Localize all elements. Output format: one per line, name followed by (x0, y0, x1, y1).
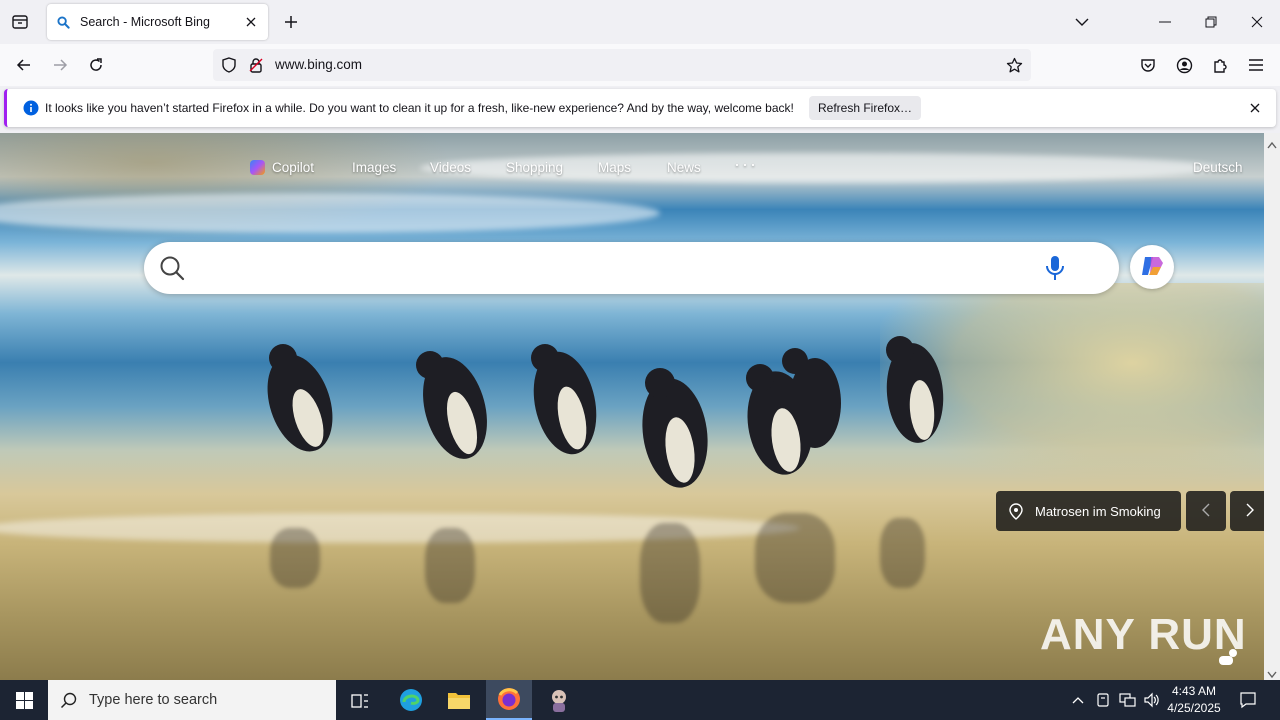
nav-news[interactable]: News (667, 160, 701, 175)
microphone-icon[interactable] (1044, 255, 1066, 284)
forward-arrow-icon[interactable] (45, 50, 75, 80)
image-caption: Matrosen im Smoking (1035, 503, 1161, 519)
lock-icon[interactable] (247, 56, 265, 74)
penguin-reflection (755, 513, 835, 603)
hamburger-icon[interactable] (1241, 50, 1271, 80)
notification-bar: It looks like you haven’t started Firefo… (4, 89, 1276, 127)
chevron-left-icon (1201, 503, 1211, 520)
network-icon[interactable] (1116, 680, 1138, 720)
nav-copilot-label: Copilot (272, 160, 315, 175)
notification-message: It looks like you haven’t started Firefo… (45, 101, 794, 115)
puzzle-icon[interactable] (1205, 50, 1235, 80)
watermark-text: ANY RUN (1040, 610, 1247, 659)
nav-copilot[interactable]: Copilot (250, 160, 314, 175)
copilot-icon (250, 160, 265, 175)
search-input[interactable] (144, 242, 1119, 294)
taskbar-search-input[interactable]: Type here to search (48, 680, 336, 720)
page-scrollbar[interactable] (1264, 133, 1280, 680)
windows-start-icon[interactable] (0, 680, 48, 720)
bing-homepage: Copilot Images Videos Shopping Maps News… (0, 133, 1264, 680)
chevron-up-icon[interactable] (1068, 680, 1088, 720)
penguins-image (267, 336, 944, 488)
task-view-icon[interactable] (338, 680, 382, 720)
background-wave (0, 193, 660, 233)
penguin-reflection (880, 518, 925, 588)
scroll-up-icon[interactable] (1267, 137, 1277, 152)
tab-title: Search - Microsoft Bing (80, 15, 210, 29)
image-info-card[interactable]: Matrosen im Smoking (996, 491, 1181, 531)
url-text[interactable]: www.bing.com (275, 57, 362, 72)
chevron-down-icon[interactable] (1059, 0, 1105, 44)
nav-shopping[interactable]: Shopping (506, 160, 563, 175)
firefox-icon[interactable] (486, 680, 532, 720)
back-arrow-icon[interactable] (9, 50, 39, 80)
minimize-icon[interactable] (1142, 0, 1188, 44)
close-window-icon[interactable] (1234, 0, 1280, 44)
tab-bing[interactable]: Search - Microsoft Bing (47, 4, 268, 40)
url-bar[interactable]: www.bing.com (213, 49, 1031, 81)
volume-icon[interactable] (1140, 680, 1162, 720)
next-image-button[interactable] (1230, 491, 1264, 531)
chat-icon[interactable] (1218, 648, 1240, 671)
nav-images[interactable]: Images (352, 160, 396, 175)
shield-icon[interactable] (220, 56, 238, 74)
info-icon (23, 100, 39, 116)
clock-time: 4:43 AM (1171, 684, 1217, 698)
copilot-button[interactable] (1130, 245, 1174, 289)
language-toggle[interactable]: Deutsch (1193, 160, 1243, 175)
device-icon[interactable] (1092, 680, 1114, 720)
notification-center-icon[interactable] (1230, 680, 1266, 720)
refresh-firefox-button[interactable]: Refresh Firefox… (809, 96, 921, 120)
search-icon (60, 692, 77, 709)
pocket-icon[interactable] (1133, 50, 1163, 80)
close-tab-icon[interactable] (239, 10, 263, 34)
plus-icon[interactable] (277, 8, 305, 36)
edge-icon[interactable] (388, 680, 434, 720)
anyrun-watermark: ANY RUN (1040, 610, 1247, 660)
nav-videos[interactable]: Videos (430, 160, 471, 175)
previous-image-button[interactable] (1186, 491, 1226, 531)
nav-maps[interactable]: Maps (598, 160, 631, 175)
navigation-toolbar: www.bing.com (0, 44, 1280, 86)
penguin-reflection (425, 528, 475, 603)
nav-more[interactable]: ··· (734, 154, 758, 175)
file-explorer-icon[interactable] (436, 680, 482, 720)
search-icon (159, 255, 185, 284)
penguin-reflection (640, 523, 700, 623)
restore-icon[interactable] (1188, 0, 1234, 44)
reload-icon[interactable] (81, 50, 111, 80)
app-avatar-icon[interactable] (536, 680, 582, 720)
copilot-icon (1139, 253, 1165, 282)
tab-list-icon[interactable] (6, 8, 34, 36)
close-icon[interactable] (1247, 100, 1263, 116)
penguin-reflection (270, 528, 320, 588)
location-pin-icon (1009, 502, 1023, 520)
account-icon[interactable] (1169, 50, 1199, 80)
search-icon (57, 15, 71, 29)
tab-strip: Search - Microsoft Bing (0, 0, 1280, 44)
star-icon[interactable] (1005, 56, 1023, 74)
clock-date: 4/25/2025 (1167, 701, 1221, 715)
taskbar: Type here to search 4:43 AM 4/25/2025 (0, 680, 1280, 720)
taskbar-search-placeholder: Type here to search (89, 692, 218, 708)
chevron-right-icon (1245, 503, 1255, 520)
taskbar-clock[interactable]: 4:43 AM 4/25/2025 (1160, 683, 1228, 717)
